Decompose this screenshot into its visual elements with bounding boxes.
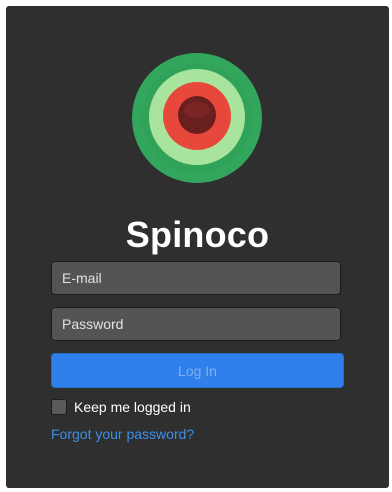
- app-name: Spinoco: [125, 214, 270, 255]
- login-window: Spinoco Log In Keep me logged in Forgot …: [6, 6, 389, 488]
- login-button[interactable]: Log In: [51, 353, 344, 388]
- spinoco-logo-icon: [132, 53, 262, 183]
- remember-me-label[interactable]: Keep me logged in: [74, 399, 191, 415]
- logo-highlight: [184, 102, 210, 118]
- remember-me-row[interactable]: Keep me logged in: [51, 398, 191, 416]
- forgot-password-link[interactable]: Forgot your password?: [51, 426, 194, 442]
- email-field[interactable]: [51, 261, 341, 295]
- remember-me-checkbox[interactable]: [51, 399, 67, 415]
- password-field[interactable]: [51, 307, 341, 341]
